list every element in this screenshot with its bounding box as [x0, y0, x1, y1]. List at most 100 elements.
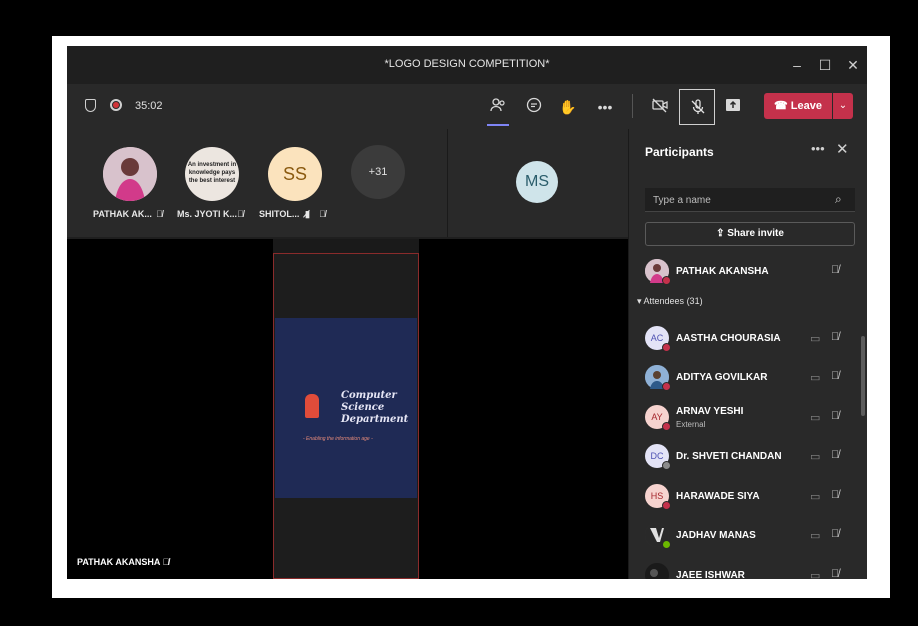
participant-avatar[interactable]: SS: [268, 147, 322, 201]
people-icon[interactable]: [487, 96, 509, 118]
mic-muted-icon: 🎙̸: [831, 449, 840, 461]
meeting-timer: 35:02: [135, 100, 163, 112]
participant-row[interactable]: AY ARNAV YESHI External ▭ 🎙̸: [645, 403, 860, 433]
chat-icon[interactable]: [523, 96, 545, 118]
status-badge: [662, 382, 671, 391]
camera-off-icon: ▭: [810, 333, 821, 345]
mic-muted-icon: 🎙̸: [156, 209, 163, 219]
share-invite-label: Share invite: [727, 228, 784, 239]
participant-name: PATHAK AKANSHA: [676, 266, 769, 277]
participant-row[interactable]: AC AASTHA CHOURASIA ▭ 🎙̸: [645, 324, 860, 354]
slide-tagline: - Enabling the information age -: [303, 436, 373, 442]
participant-avatar[interactable]: [103, 147, 157, 201]
participant-name: Ms. JYOTI K...: [177, 209, 238, 219]
attendees-section-header[interactable]: ▾ Attendees (31): [637, 296, 703, 307]
participant-row[interactable]: HS HARAWADE SIYA ▭ 🎙̸: [645, 482, 860, 512]
search-icon[interactable]: ⌕: [835, 192, 842, 207]
people-active-indicator: [487, 124, 509, 126]
status-badge: [662, 461, 671, 470]
attendees-section-label: Attendees (31): [643, 296, 703, 306]
slide-title-line: Computer: [341, 390, 397, 401]
participant-name: SHITOL...: [259, 209, 300, 219]
presentation-slide: Computer Science Department - Enabling t…: [275, 318, 417, 498]
leave-label: Leave: [790, 100, 822, 112]
participant-row[interactable]: ADITYA GOVILKAR ▭ 🎙̸: [645, 363, 860, 393]
camera-off-icon: ▭: [810, 570, 821, 579]
camera-off-icon: ▭: [810, 491, 821, 503]
more-actions-icon[interactable]: •••: [594, 96, 616, 118]
main-video-stage: Computer Science Department - Enabling t…: [67, 239, 628, 579]
participant-gallery: PATHAK AK... 🎙̸ An investment in knowled…: [67, 129, 447, 237]
leave-options-chevron-icon[interactable]: ⌄: [833, 93, 853, 119]
participant-subtitle: External: [676, 420, 706, 429]
slide-title-line: Department: [341, 414, 409, 425]
laptop-person-icon: [305, 394, 319, 418]
search-input[interactable]: [645, 188, 825, 212]
presenter-name-label: PATHAK AKANSHA: [77, 557, 160, 567]
participant-row[interactable]: JAEE ISHWAR ▭ 🎙̸: [645, 561, 860, 579]
avatar-quote-line: knowledge pays: [188, 170, 236, 176]
participant-avatar: MS: [516, 161, 558, 203]
camera-off-icon: ▮̸: [305, 209, 310, 219]
mic-muted-icon: 🎙̸: [319, 209, 326, 219]
mic-muted-icon: 🎙̸: [831, 410, 840, 422]
share-icon: ⇪: [716, 228, 728, 239]
shared-video-frame: Computer Science Department - Enabling t…: [273, 253, 419, 579]
participant-avatar: [645, 563, 669, 579]
toolbar-separator: [632, 94, 633, 118]
camera-off-icon[interactable]: [649, 96, 671, 118]
teams-meeting-window: *LOGO DESIGN COMPETITION* – ☐ ✕ 35:02 ✋ …: [67, 46, 867, 579]
share-invite-button[interactable]: ⇪ Share invite: [645, 222, 855, 246]
mic-muted-icon: 🎙̸: [831, 568, 840, 579]
mic-muted-icon: 🎙̸: [831, 489, 840, 501]
camera-off-icon: ▭: [810, 412, 821, 424]
participant-row[interactable]: JADHAV MANAS ▭ 🎙̸: [645, 521, 860, 551]
mic-muted-icon: 🎙̸: [237, 209, 244, 219]
minimize-icon[interactable]: –: [787, 55, 807, 75]
participant-name: JADHAV MANAS: [676, 530, 756, 541]
slide-title-line: Science: [341, 402, 385, 413]
raise-hand-icon[interactable]: ✋: [557, 96, 579, 118]
status-badge: [662, 501, 671, 510]
status-badge: [662, 422, 671, 431]
participant-name: HARAWADE SIYA: [676, 491, 760, 502]
mute-button[interactable]: [679, 89, 715, 125]
participant-name: ADITYA GOVILKAR: [676, 372, 768, 383]
status-badge: [662, 276, 671, 285]
panel-title: Participants: [645, 145, 714, 159]
status-badge: [662, 540, 671, 549]
participants-panel: Participants ••• ✕ ⌕ ⇪ Share invite PATH…: [628, 129, 867, 579]
search-box: ⌕: [645, 188, 855, 212]
participant-tile[interactable]: MS: [447, 129, 628, 237]
maximize-icon[interactable]: ☐: [815, 55, 835, 75]
participant-name: PATHAK AK...: [93, 209, 152, 219]
panel-scrollbar[interactable]: [861, 336, 865, 416]
window-title: *LOGO DESIGN COMPETITION*: [384, 58, 550, 70]
mic-muted-icon: 🎙̸: [831, 331, 840, 343]
leave-button[interactable]: ☎ Leave: [764, 93, 832, 119]
avatar-quote-line: An investment in: [187, 162, 237, 168]
close-window-icon[interactable]: ✕: [843, 55, 863, 75]
participant-name: Dr. SHVETI CHANDAN: [676, 451, 782, 462]
camera-off-icon: ▭: [810, 451, 821, 463]
camera-off-icon: ▭: [810, 372, 821, 384]
recording-icon: [110, 99, 122, 111]
title-bar: *LOGO DESIGN COMPETITION* – ☐ ✕: [67, 46, 867, 84]
close-panel-icon[interactable]: ✕: [836, 140, 849, 158]
participant-name: ARNAV YESHI: [676, 406, 744, 417]
share-screen-icon[interactable]: [722, 96, 744, 118]
participant-avatar[interactable]: An investment in knowledge pays the best…: [185, 147, 239, 201]
participant-row-organizer[interactable]: PATHAK AKANSHA 🎙̸: [645, 257, 860, 287]
shield-icon: [85, 99, 96, 112]
mic-muted-icon: 🎙̸: [162, 557, 170, 567]
mic-muted-icon: 🎙̸: [831, 264, 840, 276]
camera-off-icon: ▭: [810, 530, 821, 542]
presenter-name: PATHAK AKANSHA 🎙̸: [77, 557, 169, 567]
mic-muted-icon: 🎙̸: [831, 370, 840, 382]
avatar-quote-line: the best interest: [188, 178, 236, 184]
more-options-icon[interactable]: •••: [811, 141, 825, 156]
phone-hangup-icon: ☎: [774, 100, 791, 112]
status-badge: [662, 343, 671, 352]
participant-row[interactable]: DC Dr. SHVETI CHANDAN ▭ 🎙̸: [645, 442, 860, 472]
more-participants-button[interactable]: +31: [351, 145, 405, 199]
